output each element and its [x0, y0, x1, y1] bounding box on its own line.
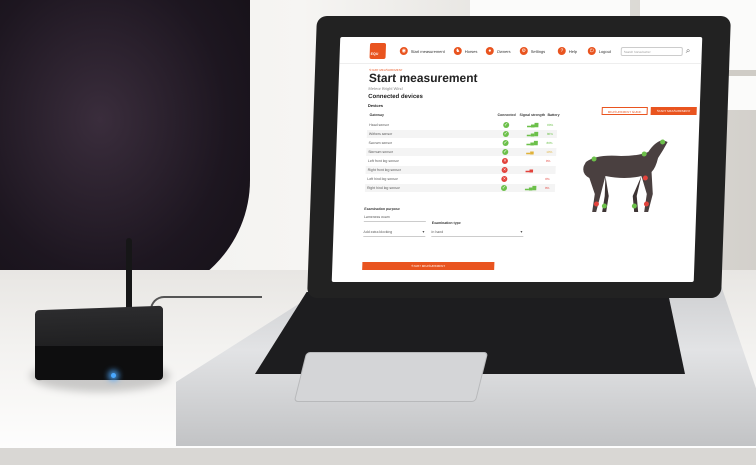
- app-logo[interactable]: [369, 43, 387, 59]
- battery-value: 0%: [544, 186, 550, 190]
- chevron-down-icon: ▾: [422, 229, 425, 234]
- nav-settings[interactable]: ⚙ Settings: [519, 47, 546, 55]
- signal-icon: ▂▄▆: [527, 122, 539, 128]
- check-icon: ✓: [502, 131, 509, 137]
- cross-icon: ×: [501, 167, 508, 173]
- horse-head-icon: ♞: [453, 47, 462, 55]
- signal-icon: ▂▄▆: [524, 185, 537, 191]
- device-name: Right hind leg sensor: [366, 186, 400, 190]
- check-icon: ✓: [500, 185, 508, 191]
- device-row-sacrum: Sacrum sensor ✓ ▂▄▆ 80%: [366, 139, 556, 147]
- nav-horses[interactable]: ♞ Horses: [453, 47, 478, 55]
- cross-icon: ×: [501, 176, 508, 182]
- nav-label: Start measurement: [410, 48, 445, 54]
- measurement-guide-button[interactable]: MEASUREMENT GUIDE: [601, 107, 648, 115]
- check-icon: ✓: [502, 140, 509, 146]
- battery-value: 80%: [547, 123, 554, 127]
- app-topbar: EQU ◉ Start measurement ♞ Horses ● Owner…: [339, 37, 703, 64]
- device-row-withers: Withers sensor ✓ ▂▄▆ 80%: [366, 130, 558, 138]
- start-measurement-top-button[interactable]: START MEASUREMENT: [650, 107, 697, 115]
- signal-icon: ▂▄: [526, 149, 534, 155]
- device-row-right-hind: Right hind leg sensor ✓ ▂▄▆ 0%: [364, 184, 556, 192]
- horse-circle-icon: ◉: [399, 47, 408, 55]
- device-name: Head sensor: [369, 123, 390, 127]
- table-edge: [0, 448, 756, 465]
- battery-value: 0%: [545, 159, 551, 163]
- exam-purpose-label: Examination purpose: [364, 207, 400, 211]
- nav-help[interactable]: ? Help: [557, 47, 578, 55]
- nav-logout[interactable]: ⏻ Logout: [587, 47, 612, 55]
- signal-icon: ▂▄▆: [526, 131, 539, 137]
- header-connected: Connected: [497, 113, 516, 117]
- app-logo-text: EQU: [370, 52, 379, 56]
- header-signal: Signal strength: [519, 113, 546, 117]
- chevron-down-icon: ▾: [520, 229, 523, 234]
- device-name: Right front leg sensor: [367, 168, 401, 172]
- exam-purpose-value: Lameness exam: [363, 215, 390, 219]
- devices-label: Devices: [367, 103, 384, 108]
- router-cable: [150, 296, 262, 314]
- extra-blocking-value: Add extra blocking: [363, 230, 393, 234]
- device-name: Sacrum sensor: [368, 141, 393, 145]
- device-name: Left hind leg sensor: [367, 177, 398, 181]
- battery-value: 19%: [546, 150, 553, 154]
- nav-label: Help: [568, 48, 578, 54]
- page-subtitle: Meteor Bright Wind: [368, 86, 403, 91]
- battery-value: 80%: [546, 141, 553, 145]
- gear-icon: ⚙: [519, 47, 528, 55]
- photo-scene: EQU ◉ Start measurement ♞ Horses ● Owner…: [0, 0, 756, 465]
- battery-value: 80%: [546, 132, 553, 136]
- nav-label: Logout: [598, 48, 612, 54]
- device-name: Sternum sensor: [368, 150, 394, 154]
- check-icon: ✓: [502, 149, 509, 155]
- header-gateway: Gateway: [369, 113, 385, 117]
- nav-start-measurement[interactable]: ◉ Start measurement: [399, 47, 445, 55]
- header-battery: Battery: [547, 113, 560, 117]
- device-name: Withers sensor: [368, 132, 393, 136]
- device-row-left-front: Left front leg sensor × 0%: [366, 157, 556, 165]
- laptop-screen: EQU ◉ Start measurement ♞ Horses ● Owner…: [331, 37, 703, 282]
- search-input[interactable]: Search horse/owner: [620, 47, 683, 56]
- device-row-head: Head sensor ✓ ▂▄▆ 80%: [367, 121, 557, 129]
- dark-chair: [0, 0, 250, 300]
- start-measurement-button[interactable]: START MEASUREMENT: [362, 262, 495, 270]
- power-icon: ⏻: [587, 47, 596, 55]
- battery-value: 0%: [545, 177, 550, 181]
- nav-label: Settings: [530, 48, 546, 54]
- exam-type-value: In hand: [431, 230, 444, 234]
- extra-blocking-select[interactable]: Add extra blocking ▾: [363, 228, 426, 237]
- device-row-right-front: Right front leg sensor × ▂▄: [365, 166, 556, 174]
- exam-type-label: Examination type: [431, 221, 461, 225]
- horse-illustration: [583, 139, 668, 212]
- search-icon[interactable]: ⌕: [686, 46, 691, 56]
- signal-icon: ▂▄▆: [526, 140, 538, 146]
- cross-icon: ×: [501, 158, 509, 164]
- signal-icon: ▂▄: [525, 167, 534, 173]
- exam-type-select[interactable]: In hand ▾: [431, 228, 524, 237]
- router-status-led: [111, 373, 116, 378]
- nav-label: Owners: [496, 48, 511, 54]
- nav-label: Horses: [464, 48, 478, 54]
- nav-owners[interactable]: ● Owners: [485, 47, 511, 55]
- person-icon: ●: [485, 47, 494, 55]
- devices-table-header: Gateway Connected Signal strength Batter…: [367, 111, 560, 119]
- laptop-trackpad: [293, 352, 489, 402]
- device-row-left-hind: Left hind leg sensor × 0%: [365, 175, 555, 183]
- check-icon: ✓: [503, 122, 510, 128]
- device-name: Left front leg sensor: [367, 159, 399, 163]
- router-front-panel: [35, 346, 163, 380]
- section-title: Connected devices: [368, 94, 423, 100]
- question-icon: ?: [557, 47, 566, 55]
- page-title: Start measurement: [368, 71, 478, 85]
- exam-purpose-select[interactable]: Lameness exam: [363, 213, 427, 222]
- horse-sensor-diagram: [564, 132, 687, 222]
- device-row-sternum: Sternum sensor ✓ ▂▄ 19%: [366, 148, 557, 156]
